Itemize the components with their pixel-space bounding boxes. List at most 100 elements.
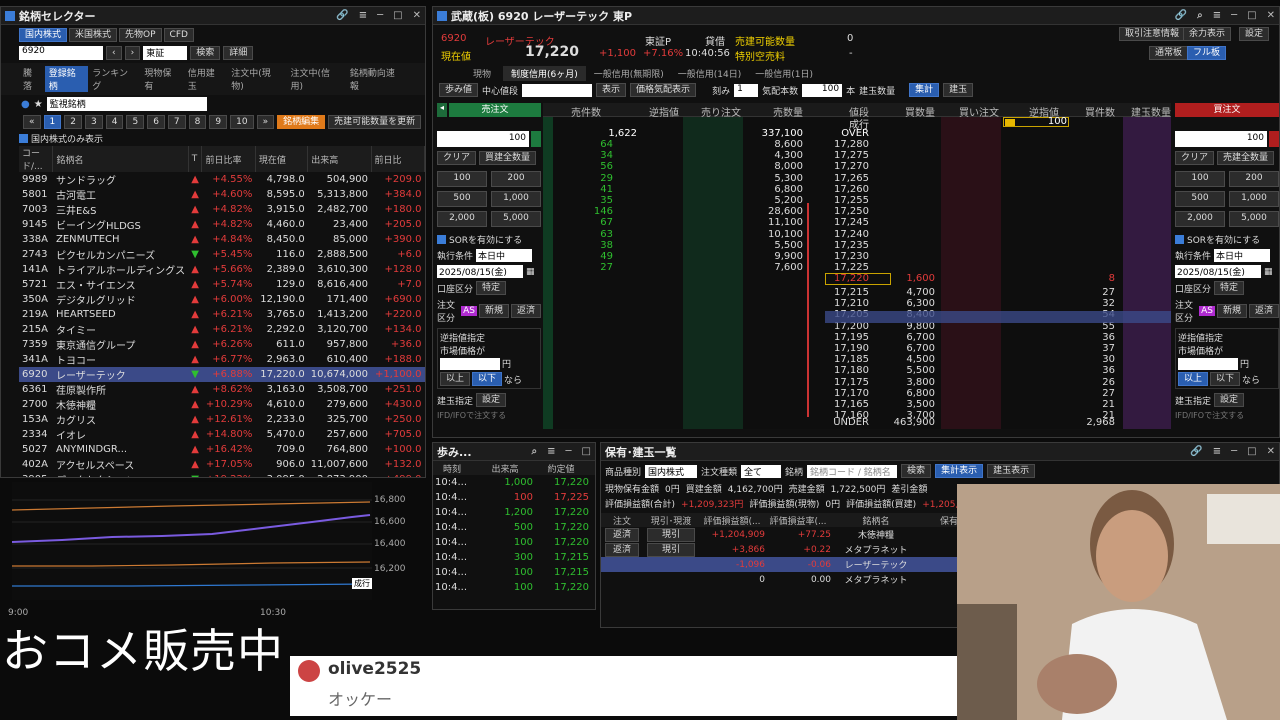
qty-200-button-buy[interactable]: 200 <box>1229 171 1279 187</box>
minimize-icon[interactable]: ─ <box>377 10 383 21</box>
qty-200-button[interactable]: 200 <box>491 171 541 187</box>
capacity-button[interactable]: 余力表示 <box>1183 27 1232 41</box>
page-2[interactable]: 2 <box>64 115 82 129</box>
normal-board-button[interactable]: 通常板 <box>1149 46 1189 60</box>
page-4[interactable]: 4 <box>105 115 124 129</box>
close-icon[interactable]: ✕ <box>1267 10 1275 21</box>
subtab-4[interactable]: 信用建玉 <box>184 66 227 92</box>
as-badge[interactable]: AS <box>461 306 477 316</box>
table-row[interactable]: 7359 東京通信グループ ▲ +6.26% 611.0 957,800 +36.0 <box>19 337 425 352</box>
count-select[interactable]: 100 <box>802 83 843 97</box>
col-name[interactable]: 銘柄名 <box>52 146 189 172</box>
tab-us[interactable]: 米国株式 <box>69 28 118 42</box>
col-code[interactable]: コード/... <box>19 146 54 172</box>
table-row[interactable]: 341A トヨコー ▲ +6.77% 2,963.0 610,400 +188.0 <box>19 352 425 367</box>
maximize-icon[interactable]: □ <box>1247 446 1256 457</box>
subtab-0[interactable]: 騰落 <box>19 66 45 92</box>
table-row[interactable]: 153A カグリス ▲ +12.61% 2,233.0 325,700 +250.0 <box>19 412 425 427</box>
page-7[interactable]: 7 <box>167 115 186 129</box>
above-button-buy[interactable]: 以上 <box>1178 372 1209 386</box>
edit-list-button[interactable]: 銘柄編集 <box>277 115 326 129</box>
sum-display-button[interactable]: 集計表示 <box>935 464 984 478</box>
notice-button[interactable]: 取引注意情報 <box>1119 27 1186 41</box>
page-8[interactable]: 8 <box>188 115 207 129</box>
acct-select-buy[interactable]: 特定 <box>1214 281 1245 295</box>
table-row[interactable]: 402A アクセルスペース ▲ +17.05% 906.0 11,007,600 +132.… <box>19 457 425 472</box>
pos-delivery-btn[interactable]: 現引 <box>647 542 695 557</box>
maximize-icon[interactable]: □ <box>582 446 591 457</box>
sor-checkbox-icon[interactable] <box>1175 235 1184 244</box>
table-row[interactable]: 215A タイミー ▲ +6.21% 2,292.0 3,120,700 +134.0 <box>19 322 425 337</box>
above-button[interactable]: 以上 <box>440 372 471 386</box>
menu-icon[interactable]: ≡ <box>359 10 367 21</box>
table-row[interactable]: 9145 ビーイングHLDGS ▲ +4.82% 4,460.0 23,400 +205.0 <box>19 217 425 232</box>
qty-100-button[interactable]: 100 <box>437 171 487 187</box>
tab-cfd[interactable]: CFD <box>163 28 194 42</box>
subtab-7[interactable]: 銘柄動向速報 <box>346 66 407 92</box>
stop-price-input-buy[interactable] <box>1178 357 1238 370</box>
product-select[interactable]: 国内株式 <box>645 464 698 478</box>
table-row[interactable]: 350A デジタルグリッド ▲ +6.00% 12,190.0 171,400 +690.0 <box>19 292 425 307</box>
arrow-left-icon[interactable]: ◂ <box>437 103 447 117</box>
page-3[interactable]: 3 <box>84 115 103 129</box>
below-button[interactable]: 以下 <box>472 372 503 386</box>
close-icon[interactable]: ✕ <box>1267 446 1275 457</box>
qty-5000-button-buy[interactable]: 5,000 <box>1229 211 1279 227</box>
table-row[interactable]: 2334 イオレ ▲ +14.80% 5,470.0 257,600 +705.0 <box>19 427 425 442</box>
table-row[interactable]: 338A ZENMUTECH ▲ +4.84% 8,450.0 85,000 +390.0 <box>19 232 425 247</box>
pos-order-btn[interactable]: 返済 <box>605 527 639 542</box>
display-button[interactable]: 表示 <box>596 83 627 97</box>
table-row[interactable]: 219A HEARTSEED ▲ +6.21% 3,765.0 1,413,200 +220… <box>19 307 425 322</box>
calendar-icon[interactable]: ▦ <box>526 267 535 277</box>
search-button[interactable]: 検索 <box>190 46 221 60</box>
table-row[interactable]: 3905データセクション▼+19.22%3,095.02,873,900+499… <box>19 472 425 477</box>
code-input[interactable]: 6920 <box>19 46 103 60</box>
sor-checkbox-icon[interactable] <box>437 235 446 244</box>
buy-order-tab[interactable]: 買注文 <box>1175 103 1279 117</box>
table-row[interactable]: 2743 ピクセルカンパニーズ ▼ +5.45% 116.0 2,888,500 +6.0 <box>19 247 425 262</box>
page-next-icon[interactable]: » <box>256 115 275 129</box>
qty-100-button-buy[interactable]: 100 <box>1175 171 1225 187</box>
menu-icon[interactable]: ≡ <box>1213 446 1221 457</box>
settings-button[interactable]: 設定 <box>1239 27 1270 41</box>
star-icon[interactable]: ★ <box>34 99 43 110</box>
calendar-icon[interactable]: ▦ <box>1264 267 1273 277</box>
close-pos-button[interactable]: 返済 <box>510 304 541 318</box>
clear-button[interactable]: クリア <box>437 151 477 165</box>
table-row[interactable]: 5721 エス・サイエンス ▲ +5.74% 129.0 8,616,400 +7.0 <box>19 277 425 292</box>
page-10[interactable]: 10 <box>230 115 254 129</box>
ayumi-button[interactable]: 歩み値 <box>439 83 479 97</box>
link-icon[interactable]: 🔗 <box>1175 10 1187 21</box>
subtab-3[interactable]: 現物保有 <box>140 66 183 92</box>
next-icon[interactable]: › <box>124 46 141 60</box>
settings-icon[interactable]: ● <box>21 99 30 110</box>
col-price[interactable]: 現在値 <box>255 146 309 172</box>
search-icon[interactable]: ⌕ <box>1197 10 1203 21</box>
menu-icon[interactable]: ≡ <box>547 446 555 457</box>
subtab-2[interactable]: ランキング <box>88 66 140 92</box>
pos-delivery-btn[interactable]: 現引 <box>647 527 695 542</box>
page-5[interactable]: 5 <box>126 115 145 129</box>
tate-set-button[interactable]: 設定 <box>476 393 507 407</box>
qty-500-button[interactable]: 500 <box>437 191 487 207</box>
pos-order-btn[interactable]: 返済 <box>605 542 639 557</box>
tate-button[interactable]: 建玉 <box>943 83 974 97</box>
tate-display-button[interactable]: 建玉表示 <box>987 464 1036 478</box>
subtab-1[interactable]: 登録銘柄 <box>44 66 89 92</box>
buy-qty-input[interactable]: 100 <box>1175 131 1267 147</box>
exec-select[interactable]: 本日中 <box>476 249 533 262</box>
col-chg[interactable]: 前日比 <box>371 146 425 172</box>
table-row[interactable]: 6361 荏原製作所 ▲ +8.62% 3,163.0 3,508,700 +251.0 <box>19 382 425 397</box>
qty-2000-button-buy[interactable]: 2,000 <box>1175 211 1225 227</box>
table-row[interactable]: 9989 サンドラッグ ▲ +4.55% 4,798.0 504,900 +209.0 <box>19 172 425 187</box>
col-pct[interactable]: 前日比率 <box>201 146 256 172</box>
tab-margin6[interactable]: 制度信用(6ヶ月) <box>503 65 586 81</box>
date-select[interactable]: 2025/08/15(金) <box>437 265 523 278</box>
tab-general[interactable]: 一般信用(無期限) <box>588 67 670 80</box>
full-board-button[interactable]: フル板 <box>1187 46 1227 60</box>
show-orders-button[interactable]: 価格気配表示 <box>630 83 697 97</box>
market-select[interactable]: 東証 <box>143 46 188 60</box>
acct-select[interactable]: 特定 <box>476 281 507 295</box>
col-t[interactable]: T <box>188 146 203 172</box>
tab-general1[interactable]: 一般信用(1日) <box>749 67 819 80</box>
